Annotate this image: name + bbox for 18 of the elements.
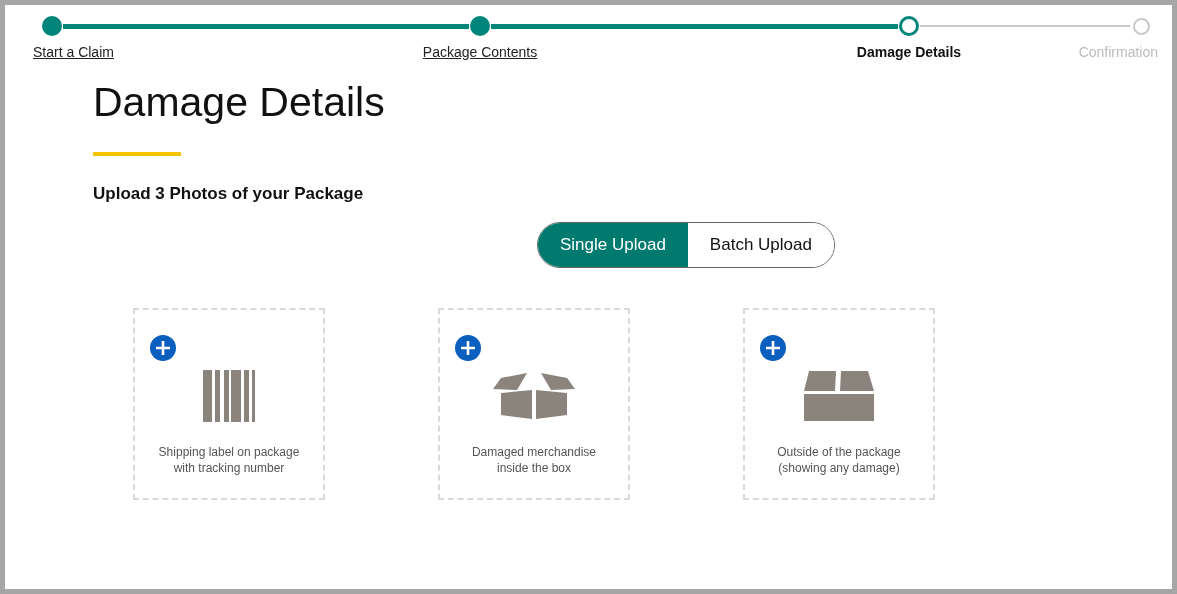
upload-mode-tab[interactable]: Single Upload [538,223,688,267]
photo-upload-card[interactable]: Outside of the package (showing any damage) [743,308,935,500]
photo-upload-card[interactable]: Damaged merchandise inside the box [438,308,630,500]
add-icon[interactable] [760,335,786,361]
step-link[interactable]: Package Contents [422,44,538,60]
page-title: Damage Details [93,78,386,126]
add-icon[interactable] [455,335,481,361]
step-label: Damage Details [856,44,962,60]
card-caption: Damaged merchandise inside the box [470,444,598,476]
box-icon [804,371,874,421]
step-label: Confirmation [1078,44,1158,60]
add-icon[interactable] [150,335,176,361]
photo-upload-card[interactable]: Shipping label on package with tracking number [133,308,325,500]
open-box-icon [493,373,575,419]
section-heading: Upload 3 Photos of your Package [93,184,365,204]
card-caption: Shipping label on package with tracking number [157,444,301,476]
step-link[interactable]: Start a Claim [33,44,114,60]
card-caption: Outside of the package (showing any damage) [776,444,902,476]
